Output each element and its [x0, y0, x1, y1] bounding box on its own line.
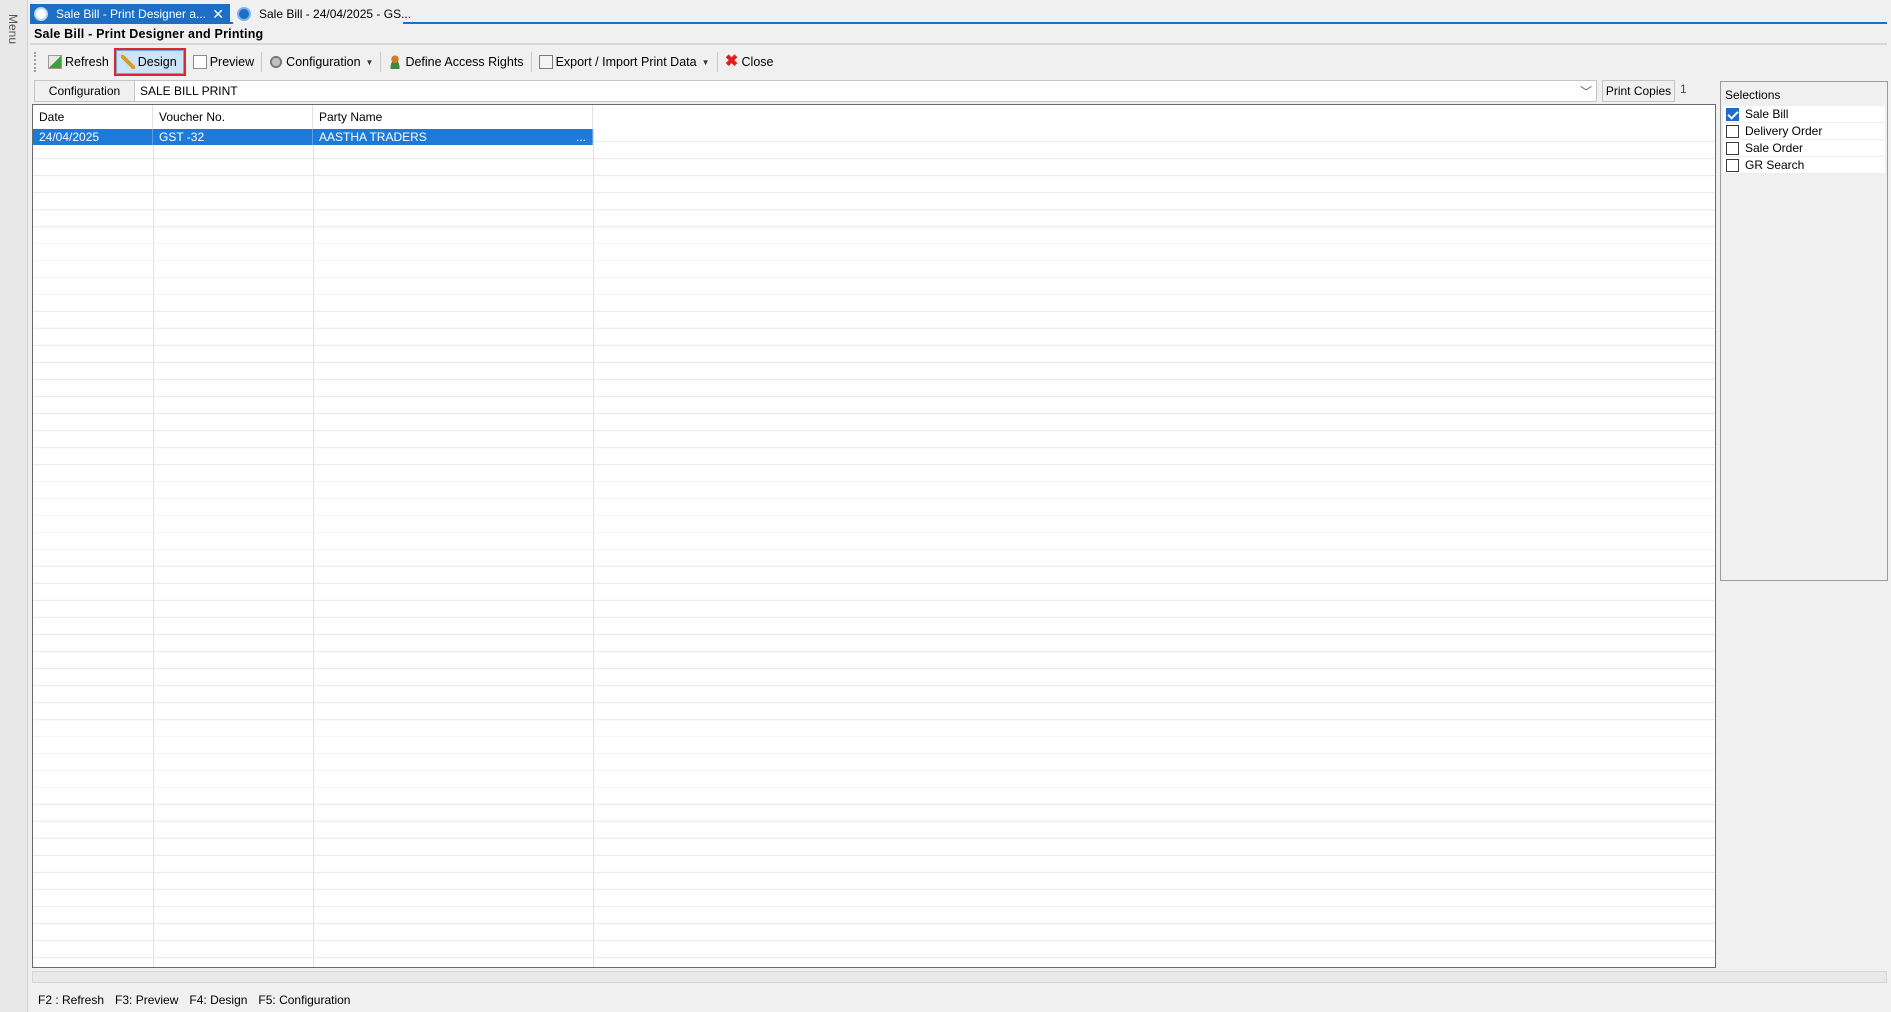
selection-label: Sale Bill [1745, 107, 1789, 121]
checkbox[interactable] [1726, 141, 1739, 155]
shortcut-design: F4: Design [189, 993, 248, 1007]
export-import-dropdown-button[interactable]: Export / Import Print Data ▼ [535, 50, 714, 74]
tab-sale-bill[interactable]: Sale Bill - 24/04/2025 - GS... [233, 4, 411, 24]
grid-row-lines [33, 105, 1715, 967]
shortcut-configuration: F5: Configuration [258, 993, 351, 1007]
chevron-down-icon: ▼ [701, 57, 710, 67]
design-button[interactable]: Design [113, 48, 186, 76]
selections-title: Selections [1725, 88, 1781, 102]
toolbar-separator [716, 52, 718, 72]
selection-delivery-order[interactable]: Delivery Order [1723, 123, 1885, 140]
chevron-down-icon: ▼ [365, 57, 374, 67]
selection-label: GR Search [1745, 158, 1805, 172]
configuration-dropdown-button[interactable]: Configuration ▼ [265, 50, 377, 74]
tab-label: Sale Bill - 24/04/2025 - GS... [259, 7, 412, 21]
toolbar-grip[interactable] [34, 52, 38, 72]
column-divider [153, 105, 154, 967]
refresh-label: Refresh [65, 55, 109, 69]
configuration-value[interactable]: SALE BILL PRINT [140, 84, 238, 98]
column-divider [313, 105, 314, 967]
table-row[interactable]: 24/04/2025 GST -32 AASTHA TRADERS ... [33, 129, 593, 145]
toolbar-separator [530, 52, 532, 72]
preview-label: Preview [209, 55, 255, 69]
access-rights-label: Define Access Rights [405, 55, 524, 69]
chevron-down-icon[interactable]: ﹀ [1580, 83, 1592, 100]
checkbox[interactable] [1726, 158, 1739, 172]
shortcut-preview: F3: Preview [115, 993, 179, 1007]
selection-label: Delivery Order [1745, 124, 1823, 138]
horizontal-scrollbar[interactable] [32, 971, 1887, 983]
title-divider [30, 43, 1887, 45]
print-copies-input[interactable]: 1 [1680, 82, 1715, 100]
selection-label: Sale Order [1745, 141, 1804, 155]
close-label: Close [741, 55, 774, 69]
checkbox[interactable] [1726, 124, 1739, 138]
pencil-ruler-icon [120, 55, 135, 69]
column-header-date[interactable]: Date [33, 105, 153, 129]
define-access-rights-button[interactable]: Define Access Rights [384, 50, 527, 74]
app-icon [34, 7, 48, 21]
party-name-text: AASTHA TRADERS [319, 130, 427, 144]
configuration-select[interactable]: Configuration SALE BILL PRINT ﹀ [34, 80, 1597, 102]
menu-label[interactable]: Menu [6, 14, 20, 44]
grid-header: Date Voucher No. Party Name [33, 105, 1715, 129]
close-button[interactable]: ✖ Close [721, 50, 778, 74]
document-preview-icon [192, 55, 207, 69]
selection-sale-order[interactable]: Sale Order [1723, 140, 1885, 157]
column-header-voucher[interactable]: Voucher No. [153, 105, 313, 129]
side-menu[interactable]: Menu [0, 0, 28, 1012]
ellipsis-button[interactable]: ... [576, 130, 586, 144]
page-title: Sale Bill - Print Designer and Printing [34, 27, 264, 41]
close-icon[interactable]: ✕ [212, 6, 224, 23]
voucher-grid[interactable]: Date Voucher No. Party Name 24/04/2025 G… [32, 104, 1716, 968]
gear-icon [269, 55, 284, 69]
app-window: Menu Sale Bill - Print Designer a... ✕ S… [0, 0, 1891, 1012]
toolbar-separator [380, 52, 382, 72]
design-label: Design [137, 55, 177, 69]
cell-date[interactable]: 24/04/2025 [33, 129, 153, 145]
selection-sale-bill[interactable]: Sale Bill [1723, 106, 1885, 123]
refresh-icon [48, 55, 62, 69]
configuration-field-label: Configuration [35, 81, 135, 101]
selections-list: Sale Bill Delivery Order Sale Order GR S… [1723, 106, 1885, 174]
checkbox-checked[interactable] [1726, 107, 1739, 121]
preview-button[interactable]: Preview [189, 50, 258, 74]
selection-gr-search[interactable]: GR Search [1723, 157, 1885, 174]
selections-panel: Selections Sale Bill Delivery Order Sale… [1720, 81, 1888, 581]
toolbar: Refresh Design Preview Configuration ▼ D… [34, 48, 777, 76]
status-bar: F2 : Refresh F3: Preview F4: Design F5: … [38, 993, 361, 1007]
shortcut-refresh: F2 : Refresh [38, 993, 105, 1007]
print-copies-label: Print Copies [1602, 80, 1675, 102]
toolbar-separator [261, 52, 263, 72]
cell-voucher[interactable]: GST -32 [153, 129, 313, 145]
column-header-party[interactable]: Party Name [313, 105, 593, 129]
configuration-label: Configuration [286, 55, 361, 69]
export-import-label: Export / Import Print Data [555, 55, 697, 69]
document-tabs: Sale Bill - Print Designer a... ✕ Sale B… [30, 4, 1887, 24]
export-icon [538, 55, 553, 69]
tab-print-designer[interactable]: Sale Bill - Print Designer a... ✕ [30, 4, 230, 24]
refresh-button[interactable]: Refresh [44, 50, 113, 74]
app-icon [237, 7, 251, 21]
user-rights-icon [388, 55, 403, 69]
tab-label: Sale Bill - Print Designer a... [56, 7, 207, 21]
column-divider [593, 105, 594, 967]
close-icon: ✖ [724, 53, 739, 70]
cell-party[interactable]: AASTHA TRADERS ... [313, 129, 593, 145]
